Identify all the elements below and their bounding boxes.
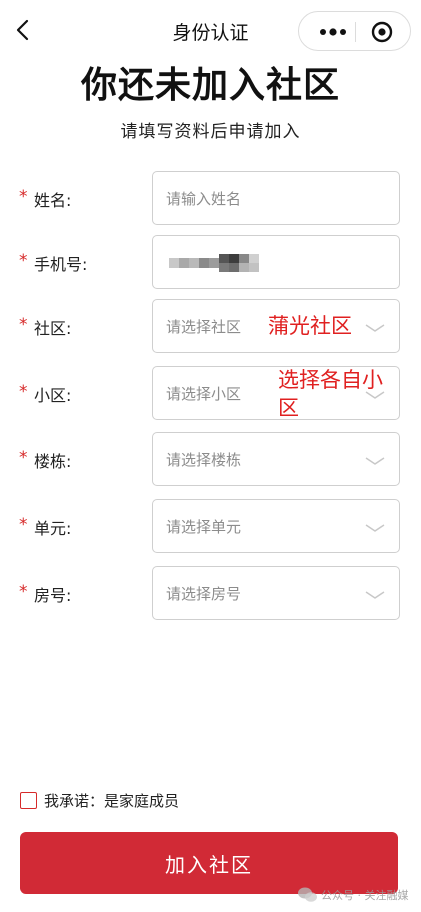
chevron-down-icon [365,324,385,332]
watermark: 公众号 · 关注融媒 [297,885,421,907]
room-label: 房号: [34,586,72,605]
close-target-icon[interactable] [371,21,393,43]
agreement-checkbox[interactable] [20,792,37,809]
watermark-text: 公众号 · 关注融媒 [321,889,409,902]
capsule-divider [355,22,356,42]
unit-label: 单元: [34,519,72,538]
room-placeholder: 请选择房号 [166,585,242,603]
phone-input[interactable] [152,235,400,289]
chevron-down-icon [365,457,385,465]
required-mark: * [19,515,28,535]
community-label: 社区: [34,319,72,338]
unit-select[interactable]: 请选择单元 [152,499,400,553]
required-mark: * [19,582,28,602]
building-select[interactable]: 请选择楼栋 [152,432,400,486]
unit-placeholder: 请选择单元 [166,518,242,536]
name-input[interactable]: 请输入姓名 [152,171,400,225]
required-mark: * [19,187,28,207]
form-row-community: * 社区: 请选择社区 [0,299,421,353]
name-label: 姓名: [34,191,72,210]
form-row-phone: * 手机号: [0,235,421,289]
building-label: 楼栋: [34,452,72,471]
phone-label: 手机号: [34,255,88,274]
required-mark: * [19,448,28,468]
form-row-room: * 房号: 请选择房号 [0,566,421,620]
chevron-down-icon [365,591,385,599]
estate-label: 小区: [34,386,72,405]
name-placeholder: 请输入姓名 [166,190,242,208]
room-select[interactable]: 请选择房号 [152,566,400,620]
annotation-estate: 选择各自小区 [278,368,383,420]
mini-program-capsule [298,11,411,51]
form-row-name: * 姓名: 请输入姓名 [0,171,421,225]
more-icon[interactable] [313,22,353,42]
phone-mosaic-mask [169,254,261,272]
form-row-unit: * 单元: 请选择单元 [0,499,421,553]
agreement-text: 我承诺：是家庭成员 [44,792,180,810]
page-subtitle: 请填写资料后申请加入 [120,122,301,142]
navigation-bar: 身份认证 [0,0,421,60]
chevron-down-icon [365,524,385,532]
wechat-logo-icon [298,887,317,902]
building-placeholder: 请选择楼栋 [166,451,242,469]
required-mark: * [19,251,28,271]
annotation-community: 蒲光社区 [268,314,352,338]
estate-placeholder: 请选择小区 [166,385,242,403]
page-headline: 你还未加入社区 [80,65,340,106]
required-mark: * [19,382,28,402]
form-row-building: * 楼栋: 请选择楼栋 [0,432,421,486]
community-placeholder: 请选择社区 [166,318,242,336]
required-mark: * [19,315,28,335]
